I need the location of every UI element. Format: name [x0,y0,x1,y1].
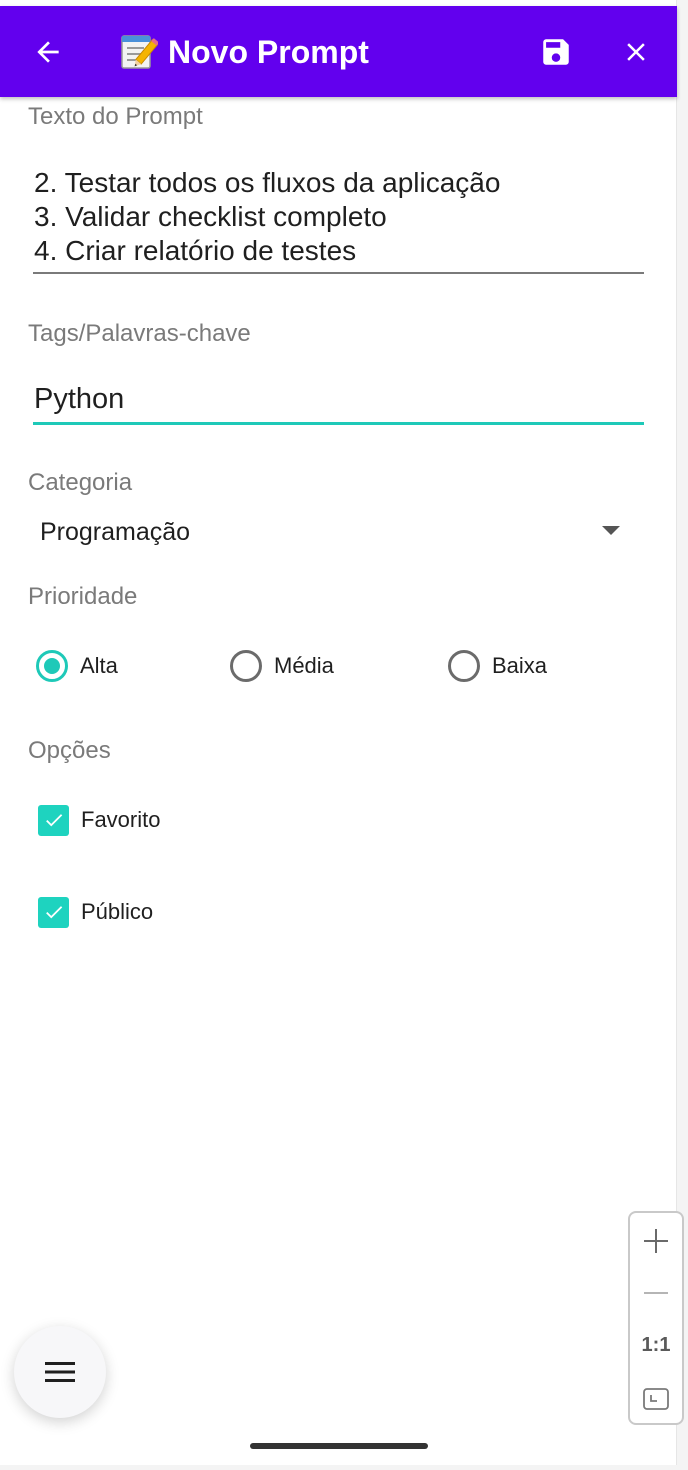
radio-selected-icon [36,650,68,682]
fit-screen-icon [643,1388,669,1410]
page-title-text: Novo Prompt [168,33,369,70]
bottom-edge [0,1465,688,1470]
category-label: Categoria [28,469,133,496]
save-button[interactable] [532,28,580,76]
prompt-line: 4. Criar relatório de testes [34,235,357,266]
gesture-home-bar[interactable] [250,1443,428,1449]
prompt-text-field[interactable]: 2. Testar todos os fluxos da aplicação 3… [34,166,500,268]
category-selected-value: Programação [40,518,191,546]
arrow-left-icon [37,41,59,63]
app-bar: Novo Prompt [0,6,677,97]
priority-label: Prioridade [28,583,138,610]
public-checkbox[interactable]: Público [38,896,153,928]
page-title: Novo Prompt [118,32,369,72]
prompt-line: 3. Validar checklist completo [34,201,387,232]
close-icon [627,43,645,61]
tags-input[interactable]: Python [34,383,124,416]
zoom-reset-button[interactable]: 1:1 [630,1327,682,1363]
fit-screen-button[interactable] [630,1379,682,1419]
priority-option-baixa[interactable]: Baixa [448,648,547,684]
prompt-text-label: Texto do Prompt [28,103,203,130]
category-dropdown[interactable]: Programação [30,508,630,560]
close-button[interactable] [612,28,660,76]
plus-icon [644,1229,668,1253]
priority-option-label: Média [274,653,334,678]
tags-input-underline [33,422,644,425]
memo-icon [121,35,158,69]
priority-option-alta[interactable]: Alta [36,648,118,684]
priority-option-media[interactable]: Média [230,648,334,684]
favorite-checkbox[interactable]: Favorito [38,804,160,836]
menu-button[interactable] [14,1326,106,1418]
prompt-line: 2. Testar todos os fluxos da aplicação [34,167,501,198]
public-checkbox-label: Público [81,899,154,924]
zoom-control: 1:1 [628,1211,684,1425]
zoom-in-button[interactable] [630,1221,682,1261]
prompt-text-underline [33,272,644,274]
zoom-out-button[interactable] [630,1275,682,1311]
floppy-disk-icon [543,39,569,65]
hamburger-menu-icon [45,1362,75,1382]
checkbox-checked-icon [38,804,69,836]
back-button[interactable] [24,28,72,76]
minus-icon [644,1292,668,1294]
options-label: Opções [28,737,111,764]
caret-down-icon [602,526,620,535]
radio-unselected-icon [448,650,480,682]
radio-unselected-icon [230,650,262,682]
priority-option-label: Baixa [492,653,548,678]
checkbox-checked-icon [38,896,69,928]
priority-option-label: Alta [80,653,118,678]
tags-label: Tags/Palavras-chave [28,320,251,347]
favorite-checkbox-label: Favorito [81,807,161,832]
